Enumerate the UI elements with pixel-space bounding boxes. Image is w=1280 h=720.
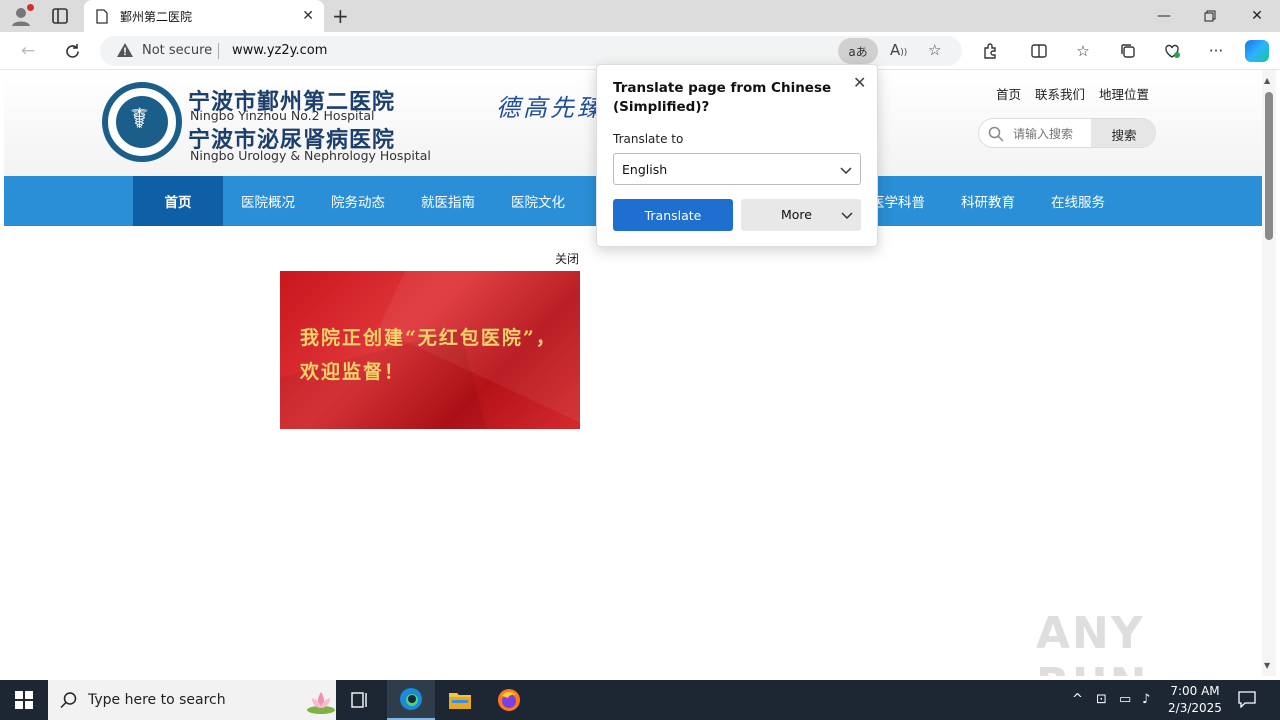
search-button[interactable]: 搜索 — [1091, 119, 1155, 147]
site-search: 搜索 — [978, 118, 1156, 148]
ad-banner[interactable]: 我院正创建“无红包医院”，欢迎监督！ — [280, 271, 580, 429]
clock-time: 7:00 AM — [1170, 684, 1220, 698]
caduceus-icon: ☤ — [130, 102, 149, 135]
hospital-name-2-en: Ningbo Urology & Nephrology Hospital — [190, 148, 431, 163]
favorites-icon[interactable]: ☆ — [1073, 41, 1093, 61]
banner-text: 我院正创建“无红包医院”，欢迎监督！ — [300, 327, 557, 383]
url-text[interactable]: www.yz2y.com — [232, 43, 327, 58]
new-tab-icon[interactable]: + — [332, 4, 349, 28]
restore-icon[interactable] — [1187, 0, 1233, 32]
scroll-thumb[interactable] — [1265, 92, 1273, 240]
translate-popup: Translate page from Chinese (Simplified)… — [596, 64, 878, 247]
browser-title-bar: 鄞州第二医院 ✕ + — ✕ — [0, 0, 1280, 32]
split-screen-icon[interactable] — [1029, 41, 1049, 61]
lotus-search-highlight-icon — [306, 684, 336, 716]
translate-button[interactable]: Translate — [613, 199, 733, 231]
taskbar-clock[interactable]: 7:00 AM 2/3/2025 — [1160, 683, 1230, 717]
hospital-name-1-en: Ningbo Yinzhou No.2 Hospital — [190, 108, 375, 123]
task-view-icon[interactable] — [336, 680, 384, 720]
meet-now-icon[interactable]: ⊡ — [1096, 692, 1107, 707]
page-scrollbar[interactable]: ▲ ▼ — [1262, 70, 1276, 676]
nav-online-service[interactable]: 在线服务 — [1033, 176, 1123, 226]
tab-close-icon[interactable]: ✕ — [302, 8, 314, 24]
search-icon — [987, 125, 1005, 147]
chevron-down-icon — [841, 209, 853, 224]
address-bar[interactable]: Not secure www.yz2y.com aあ A)) ☆ — [100, 36, 962, 66]
nav-culture[interactable]: 医院文化 — [493, 176, 583, 226]
more-button[interactable]: More — [741, 199, 861, 231]
windows-taskbar: Type here to search ^ ⊡ ▭ ♪ 7:00 AM 2/3/… — [0, 680, 1280, 720]
file-explorer-icon[interactable] — [436, 680, 484, 720]
show-hidden-icons-chevron-icon[interactable]: ^ — [1072, 692, 1083, 707]
search-input[interactable] — [1013, 124, 1085, 144]
taskbar-search[interactable]: Type here to search — [48, 680, 336, 720]
notification-center-icon[interactable] — [1238, 690, 1256, 712]
volume-icon[interactable]: ♪ — [1142, 692, 1150, 707]
top-link-contact[interactable]: 联系我们 — [1035, 84, 1085, 103]
language-select[interactable]: English — [613, 153, 861, 185]
taskbar-search-placeholder: Type here to search — [88, 692, 226, 708]
refresh-icon[interactable] — [61, 40, 83, 62]
page-icon — [96, 9, 108, 28]
nav-research[interactable]: 科研教育 — [943, 176, 1033, 226]
warning-icon[interactable] — [116, 42, 134, 62]
profile-avatar-icon[interactable] — [10, 4, 34, 27]
top-links: 首页 联系我们 地理位置 — [996, 84, 1149, 103]
firefox-icon[interactable] — [485, 680, 533, 720]
translate-icon[interactable]: aあ — [838, 38, 878, 64]
top-link-location[interactable]: 地理位置 — [1099, 84, 1149, 103]
search-icon — [60, 691, 78, 713]
back-icon[interactable]: ← — [17, 40, 39, 62]
scroll-up-icon[interactable]: ▲ — [1264, 76, 1270, 85]
clock-date: 2/3/2025 — [1168, 701, 1222, 715]
more-button-label: More — [781, 207, 812, 222]
windows-start-icon[interactable] — [0, 680, 48, 720]
translate-to-label: Translate to — [613, 132, 684, 146]
slogan-calligraphy: 德高先臻 — [496, 94, 604, 122]
edge-taskbar-icon[interactable] — [387, 680, 435, 720]
address-separator — [218, 43, 219, 59]
selected-language: English — [622, 162, 668, 177]
nav-overview[interactable]: 医院概况 — [223, 176, 313, 226]
top-link-home[interactable]: 首页 — [996, 84, 1021, 103]
close-window-icon[interactable]: ✕ — [1234, 0, 1280, 32]
anyrun-watermark: ANY RUN — [1036, 608, 1146, 676]
tab-title: 鄞州第二医院 — [120, 10, 193, 24]
browser-essentials-icon[interactable] — [1162, 41, 1182, 61]
network-icon[interactable]: ▭ — [1119, 692, 1131, 707]
favorite-star-icon[interactable]: ☆ — [928, 41, 941, 59]
nav-home[interactable]: 首页 — [133, 176, 223, 226]
close-ad-link[interactable]: 关闭 — [555, 250, 579, 267]
hospital-logo[interactable]: ☤ — [102, 82, 182, 162]
read-aloud-icon[interactable]: A)) — [890, 41, 907, 59]
settings-more-icon[interactable]: ··· — [1206, 41, 1226, 61]
notification-dot — [27, 4, 34, 11]
browser-tab[interactable]: 鄞州第二医院 ✕ — [84, 0, 324, 32]
extensions-icon[interactable] — [981, 41, 1001, 61]
collections-icon[interactable] — [1118, 41, 1138, 61]
minimize-icon[interactable]: — — [1141, 0, 1187, 32]
chevron-down-icon — [840, 164, 852, 179]
nav-news[interactable]: 院务动态 — [313, 176, 403, 226]
tab-actions-icon[interactable] — [50, 6, 70, 26]
logo-inner: ☤ — [116, 96, 168, 148]
not-secure-label[interactable]: Not secure — [142, 43, 212, 58]
nav-guide[interactable]: 就医指南 — [403, 176, 493, 226]
copilot-icon[interactable] — [1245, 40, 1269, 62]
scroll-down-icon[interactable]: ▼ — [1264, 661, 1270, 670]
popup-close-icon[interactable]: ✕ — [853, 73, 866, 92]
translate-popup-title: Translate page from Chinese (Simplified)… — [613, 80, 832, 115]
